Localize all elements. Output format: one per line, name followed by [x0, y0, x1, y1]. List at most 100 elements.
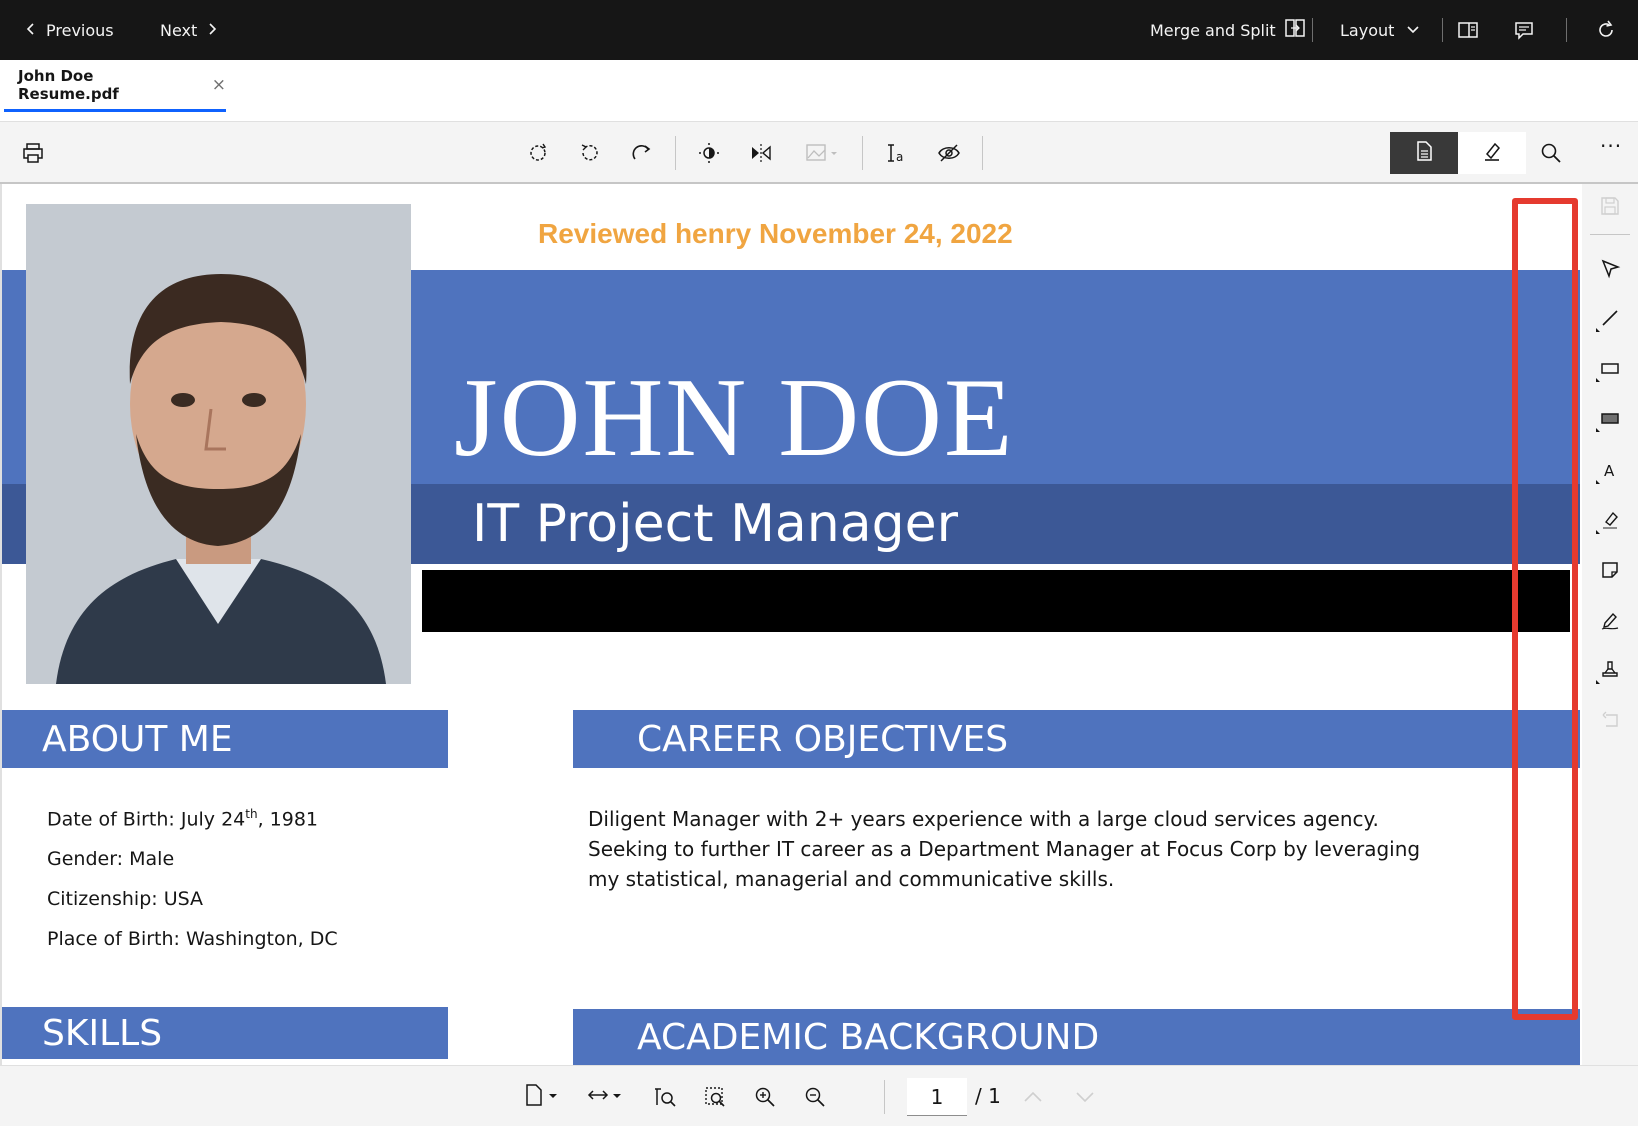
print-icon[interactable]: [18, 138, 48, 168]
page-number-input[interactable]: [907, 1078, 967, 1116]
divider: [1442, 18, 1443, 42]
comment-icon[interactable]: [1510, 16, 1538, 44]
chevron-down-icon: [1406, 21, 1420, 40]
svg-text:A: A: [1604, 462, 1615, 480]
gender-item: Gender: Male: [47, 848, 175, 871]
pen-icon: [1481, 140, 1503, 166]
bottom-bar: / 1: [0, 1065, 1638, 1126]
area-zoom-icon[interactable]: [700, 1082, 730, 1112]
divider: [862, 136, 863, 170]
rectangle-icon[interactable]: [1596, 354, 1624, 382]
fit-width-dropdown[interactable]: [586, 1082, 622, 1112]
signature-icon[interactable]: [1596, 606, 1624, 634]
close-icon[interactable]: ×: [212, 75, 226, 95]
corner-marker: [1596, 328, 1600, 332]
document-viewer[interactable]: Reviewed henry November 24, 2022 JOHN DO…: [0, 184, 1582, 1065]
page-icon: [522, 1083, 546, 1111]
line-icon[interactable]: [1596, 304, 1624, 332]
chevron-right-icon: [205, 21, 219, 40]
about-me-heading-text: ABOUT ME: [42, 718, 233, 760]
rotate-right-icon[interactable]: [627, 138, 657, 168]
highlighter-icon[interactable]: [1596, 506, 1624, 534]
academic-background-heading: ACADEMIC BACKGROUND: [573, 1009, 1580, 1065]
sticky-note-icon[interactable]: [1596, 556, 1624, 584]
more-icon[interactable]: ···: [1600, 134, 1622, 158]
brightness-icon[interactable]: [694, 138, 724, 168]
page-total: / 1: [975, 1084, 1001, 1108]
about-me-heading: ABOUT ME: [2, 710, 448, 768]
view-mode-button[interactable]: [1390, 132, 1458, 174]
review-stamp[interactable]: Reviewed henry November 24, 2022: [538, 218, 1013, 250]
text-icon[interactable]: A: [1596, 456, 1624, 484]
save-icon[interactable]: [1596, 192, 1624, 220]
annotation-panel: A: [1582, 184, 1638, 1065]
next-page-icon[interactable]: [1070, 1082, 1100, 1112]
career-objectives-heading: CAREER OBJECTIVES: [573, 710, 1580, 768]
document-icon: [1413, 140, 1435, 166]
fit-width-icon: [586, 1083, 610, 1111]
previous-label: Previous: [46, 20, 114, 40]
profile-photo: [26, 204, 411, 684]
academic-background-heading-text: ACADEMIC BACKGROUND: [637, 1016, 1100, 1058]
zoom-out-icon[interactable]: [800, 1082, 830, 1112]
about-me-list: Date of Birth: July 24th, 1981 Gender: M…: [47, 794, 338, 959]
corner-marker: [1596, 680, 1600, 684]
tab-row: John Doe Resume.pdf ×: [0, 60, 1638, 122]
divider: [1590, 234, 1630, 235]
layout-dropdown[interactable]: Layout: [1340, 0, 1420, 60]
resume-role: IT Project Manager: [472, 494, 959, 554]
highlight-box: [1512, 198, 1578, 1020]
layout-label: Layout: [1340, 20, 1395, 40]
career-objectives-heading-text: CAREER OBJECTIVES: [637, 718, 1009, 760]
divider: [1312, 18, 1313, 42]
corner-marker: [1596, 378, 1600, 382]
text-recognition-icon[interactable]: a: [882, 138, 912, 168]
chevron-left-icon: [24, 21, 38, 40]
corner-marker: [1596, 530, 1600, 534]
image-icon[interactable]: [800, 138, 844, 168]
divider: [675, 136, 676, 170]
filled-rectangle-icon[interactable]: [1596, 404, 1624, 432]
stamp-icon[interactable]: [1596, 656, 1624, 684]
corner-marker: [1596, 480, 1600, 484]
zoom-in-icon[interactable]: [750, 1082, 780, 1112]
hide-icon[interactable]: [934, 138, 964, 168]
search-icon[interactable]: [1536, 138, 1566, 168]
citizenship-item: Citizenship: USA: [47, 888, 204, 911]
skills-heading-text: SKILLS: [42, 1012, 163, 1054]
previous-page-icon[interactable]: [1018, 1082, 1048, 1112]
date-of-birth-prefix: Date of Birth: July 24: [47, 808, 246, 831]
previous-button[interactable]: Previous: [24, 0, 114, 60]
divider: [982, 136, 983, 170]
career-objectives-text: Diligent Manager with 2+ years experienc…: [588, 807, 1421, 891]
skills-heading: SKILLS: [2, 1007, 448, 1059]
divider: [884, 1080, 885, 1114]
select-icon[interactable]: [1596, 254, 1624, 282]
text-zoom-icon[interactable]: [650, 1082, 680, 1112]
svg-text:a: a: [896, 150, 903, 164]
merge-split-button[interactable]: Merge and Split: [1150, 0, 1306, 60]
date-of-birth-superscript: th: [245, 807, 258, 821]
rotate-icon[interactable]: [523, 138, 553, 168]
top-bar: Previous Next Merge and Split Layout: [0, 0, 1638, 60]
annotate-mode-button[interactable]: [1458, 132, 1526, 174]
caret-down-icon: [612, 1083, 622, 1111]
date-of-birth-suffix: , 1981: [257, 808, 318, 831]
redaction-box[interactable]: [422, 570, 1570, 632]
rotate-left-icon[interactable]: [575, 138, 605, 168]
corner-marker: [1596, 428, 1600, 432]
document-tab-title: John Doe Resume.pdf: [18, 66, 119, 103]
flip-icon[interactable]: [746, 138, 776, 168]
undo-icon[interactable]: [1596, 706, 1624, 734]
toolbar: a ···: [0, 122, 1638, 184]
side-panel-icon[interactable]: [1454, 16, 1482, 44]
merge-split-icon: [1284, 17, 1306, 43]
merge-split-label: Merge and Split: [1150, 20, 1276, 40]
date-of-birth-item: Date of Birth: July 24th, 1981: [47, 794, 338, 839]
next-button[interactable]: Next: [160, 0, 219, 60]
divider: [1566, 18, 1567, 42]
document-tab[interactable]: John Doe Resume.pdf ×: [4, 60, 226, 112]
next-label: Next: [160, 20, 198, 40]
refresh-icon[interactable]: [1592, 16, 1620, 44]
page-view-dropdown[interactable]: [522, 1082, 558, 1112]
